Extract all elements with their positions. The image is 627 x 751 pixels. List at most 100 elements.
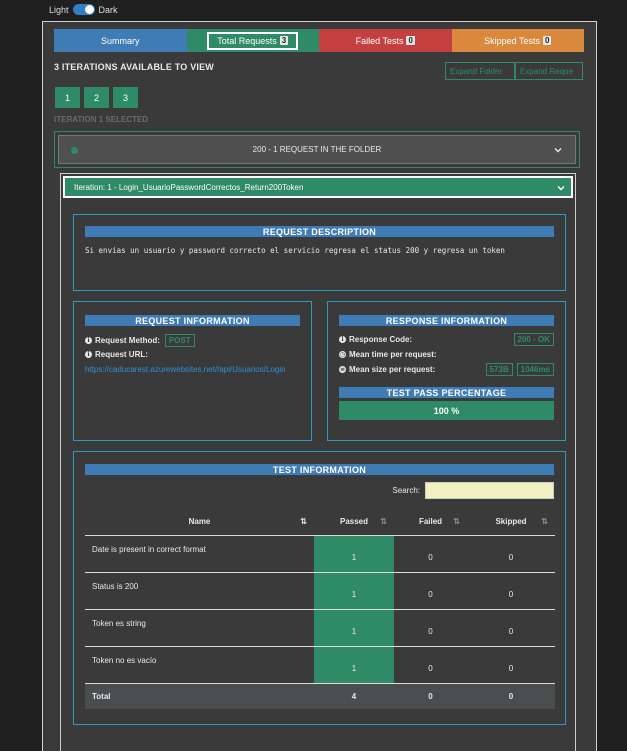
- test-name: Token es string: [85, 609, 314, 647]
- stopwatch-icon: ◷: [339, 351, 346, 358]
- iteration-selected-label: ITERATION 1 SELECTED: [54, 115, 149, 124]
- search-row: Search:: [392, 482, 554, 499]
- search-label: Search:: [392, 486, 420, 495]
- response-code-label: Response Code:: [349, 335, 413, 344]
- tab-summary-label: Summary: [100, 35, 140, 46]
- iteration-button-3[interactable]: 3: [113, 87, 138, 108]
- tab-summary[interactable]: Summary: [54, 29, 187, 52]
- iteration-header[interactable]: Iteration: 1 - Login_UsuarioPasswordCorr…: [63, 176, 573, 198]
- test-passed: 1: [314, 609, 394, 647]
- skipped-count-badge: 0: [542, 36, 552, 45]
- iterations-heading: 3 ITERATIONS AVAILABLE TO VIEW: [54, 62, 215, 72]
- tab-total-requests[interactable]: Total Requests 3: [186, 29, 319, 52]
- theme-switch[interactable]: [72, 4, 95, 15]
- test-passed: 1: [314, 572, 394, 610]
- mean-time-badge: 1046ms: [516, 363, 554, 376]
- column-header-failed[interactable]: Failed ⇅: [394, 508, 467, 536]
- tab-skipped-tests[interactable]: Skipped Tests 0: [451, 29, 584, 52]
- sort-icon: ⇅: [453, 517, 460, 526]
- expand-folder-button[interactable]: Expand Folder: [445, 62, 515, 80]
- switch-knob: [84, 5, 94, 14]
- tab-total-label: Total Requests: [217, 35, 277, 46]
- chevron-down-icon: [556, 183, 566, 193]
- search-input[interactable]: [425, 482, 554, 499]
- request-method-label: Request Method:: [95, 336, 160, 345]
- table-header-row: Name ⇅ Passed ⇅ Failed ⇅ Skipped ⇅: [85, 508, 555, 536]
- test-skipped: 0: [467, 535, 555, 573]
- chevron-down-icon: [553, 145, 563, 155]
- folder-status-icon: [71, 147, 78, 154]
- request-description-title: REQUEST DESCRIPTION: [85, 226, 554, 237]
- table-row: Status is 200 1 0 0: [85, 572, 555, 610]
- theme-toggle[interactable]: Light Dark: [49, 4, 118, 15]
- sort-icon: ⇅: [380, 517, 387, 526]
- column-header-name[interactable]: Name ⇅: [85, 508, 314, 536]
- test-skipped: 0: [467, 572, 555, 610]
- failed-count-badge: 0: [406, 36, 415, 45]
- column-header-skipped[interactable]: Skipped ⇅: [467, 508, 555, 536]
- column-name-label: Name: [188, 516, 211, 526]
- light-label: Light: [49, 4, 69, 15]
- mean-size-label-wrap: ≡ Mean size per request:: [339, 365, 435, 374]
- folder-accordion: 200 - 1 REQUEST IN THE FOLDER: [54, 131, 580, 168]
- iteration-label: Iteration: 1 - Login_UsuarioPasswordCorr…: [74, 182, 304, 192]
- report-container: Summary Total Requests 3 Failed Tests 0 …: [42, 21, 597, 751]
- table-row: Token es string 1 0 0: [85, 609, 555, 647]
- request-information-title: REQUEST INFORMATION: [85, 315, 300, 326]
- dark-label: Dark: [98, 4, 118, 15]
- tab-skipped-label: Skipped Tests: [484, 35, 540, 46]
- test-passed: 1: [314, 535, 394, 573]
- request-url-label: Request URL:: [95, 350, 148, 359]
- iteration-body: REQUEST DESCRIPTION Si envias un usuario…: [61, 203, 575, 751]
- mean-time-label: Mean time per request:: [349, 350, 437, 359]
- test-information-title: TEST INFORMATION: [85, 464, 554, 475]
- test-passed: 1: [314, 646, 394, 684]
- total-passed: 4: [314, 683, 394, 709]
- test-name: Status is 200: [85, 572, 314, 610]
- test-skipped: 0: [467, 609, 555, 647]
- request-method-badge: POST: [164, 334, 195, 347]
- request-description-text: Si envias un usuario y password correcto…: [85, 246, 505, 255]
- table-row: Date is present in correct format 1 0 0: [85, 535, 555, 573]
- mean-values: 573B 1046ms: [484, 363, 554, 376]
- mean-time-label-wrap: ◷ Mean time per request:: [339, 350, 437, 359]
- tab-failed-tests[interactable]: Failed Tests 0: [319, 29, 452, 52]
- iteration-accordion: Iteration: 1 - Login_UsuarioPasswordCorr…: [60, 173, 576, 751]
- response-information-panel: RESPONSE INFORMATION i Response Code: 20…: [327, 301, 566, 441]
- column-skipped-label: Skipped: [495, 516, 527, 526]
- summary-tabs: Summary Total Requests 3 Failed Tests 0 …: [54, 29, 584, 52]
- total-name: Total: [85, 683, 314, 709]
- mean-time-row: ◷ Mean time per request:: [339, 347, 554, 362]
- test-failed: 0: [394, 609, 467, 647]
- test-skipped: 0: [467, 646, 555, 684]
- request-url-link[interactable]: https://caducarest.azurewebsites.net//ap…: [85, 363, 300, 376]
- request-description-panel: REQUEST DESCRIPTION Si envias un usuario…: [73, 214, 566, 291]
- column-failed-label: Failed: [418, 516, 443, 526]
- total-count-badge: 3: [279, 36, 289, 45]
- total-skipped: 0: [467, 683, 555, 709]
- test-failed: 0: [394, 646, 467, 684]
- table-total-row: Total 4 0 0: [85, 683, 555, 709]
- expand-requests-button[interactable]: Expand Reque: [515, 62, 583, 80]
- total-failed: 0: [394, 683, 467, 709]
- request-information-panel: REQUEST INFORMATION i Request Method: PO…: [73, 301, 312, 441]
- tab-total-inner: Total Requests 3: [207, 31, 299, 50]
- test-name: Token no es vacío: [85, 646, 314, 684]
- mean-size-label: Mean size per request:: [349, 365, 436, 374]
- folder-label: 200 - 1 REQUEST IN THE FOLDER: [252, 145, 382, 154]
- column-passed-label: Passed: [339, 516, 369, 526]
- info-icon: i: [85, 337, 92, 344]
- column-header-passed[interactable]: Passed ⇅: [314, 508, 394, 536]
- iteration-button-1[interactable]: 1: [55, 87, 80, 108]
- response-information-title: RESPONSE INFORMATION: [339, 315, 554, 326]
- iteration-buttons: 1 2 3: [55, 87, 138, 108]
- request-url-line: i Request URL:: [85, 350, 311, 359]
- expand-buttons: Expand Folder Expand Reque: [445, 62, 583, 80]
- test-pass-percentage-title: TEST PASS PERCENTAGE: [339, 387, 554, 398]
- info-icon: i: [85, 351, 92, 358]
- test-results-table: Name ⇅ Passed ⇅ Failed ⇅ Skipped ⇅ Date …: [85, 508, 555, 709]
- iteration-button-2[interactable]: 2: [84, 87, 109, 108]
- response-code-badge: 200 - OK: [513, 333, 554, 346]
- mean-size-row: ≡ Mean size per request: 573B 1046ms: [339, 362, 554, 377]
- folder-header[interactable]: 200 - 1 REQUEST IN THE FOLDER: [58, 135, 576, 164]
